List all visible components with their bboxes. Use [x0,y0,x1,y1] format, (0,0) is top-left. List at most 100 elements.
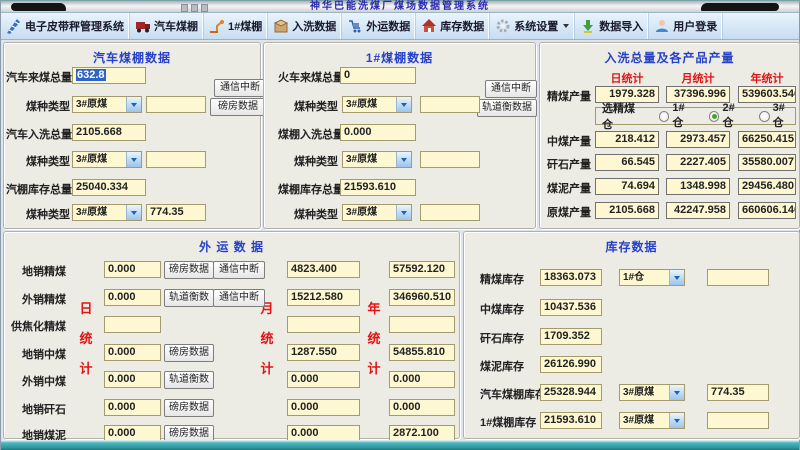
bunker-option-1[interactable]: 1#仓 [659,102,695,130]
truck-type-row-1: 煤种类型 3#原煤 [4,96,260,113]
coal-type-select[interactable]: 3#原煤 [619,384,685,401]
inventory-row-middlings: 中煤库存 10437.536 [464,299,799,316]
panel-inventory-data: 库存数据 精煤库存 18363.073 1#仓 中煤库存 10437.536 矸… [463,231,800,439]
bunker-label: 选精煤仓 [602,100,645,132]
year-field[interactable] [389,316,455,333]
toolbar-button-wash-data[interactable]: 入洗数据 [268,13,342,39]
day-field[interactable] [104,316,161,333]
comm-interrupt-button[interactable]: 通信中断 [214,79,266,97]
day-value-field[interactable]: 74.694 [595,178,659,195]
year-value-field[interactable]: 539603.546 [738,86,796,103]
month-field[interactable]: 1287.550 [287,344,360,361]
type-amount-field[interactable] [420,204,480,221]
chevron-down-icon [396,152,411,167]
panel-shed1-data: 1#煤棚数据 火车来煤总量 0 通信中断 轨道衡数据 煤种类型 3#原煤 煤棚入… [263,42,536,229]
toolbar-button-user-login[interactable]: 用户登录 [649,13,723,39]
toolbar-button-truck-shed[interactable]: 汽车煤棚 [130,13,204,39]
coal-type-select[interactable]: 3#原煤 [72,204,142,221]
type-amount-field[interactable] [420,96,480,113]
month-value-field[interactable]: 2227.405 [666,154,730,171]
year-field[interactable]: 0.000 [389,399,455,416]
row-label: 煤泥产量 [547,180,595,196]
month-stat-header: 月统计 [666,70,730,86]
day-value-field[interactable]: 66.545 [595,154,659,171]
coal-type-select[interactable]: 3#原煤 [619,412,685,429]
year-value-field[interactable]: 29456.480 [738,178,796,195]
shed-wash-total-field[interactable]: 0.000 [340,124,416,141]
year-field[interactable]: 0.000 [389,371,455,388]
coal-type-select[interactable]: 3#原煤 [342,151,412,168]
month-field[interactable]: 4823.400 [287,261,360,278]
bunker-select[interactable]: 1#仓 [619,269,685,286]
radio-icon [759,111,770,122]
month-value-field[interactable]: 2973.457 [666,131,730,148]
day-field[interactable]: 0.000 [104,261,161,278]
chevron-down-icon [669,385,684,400]
bunker-option-2[interactable]: 2#仓 [709,102,745,130]
year-value-field[interactable]: 35580.007 [738,154,796,171]
year-value-field[interactable]: 66250.415 [738,131,796,148]
toolbar-button-settings[interactable]: 系统设置 [490,13,575,39]
train-incoming-total-field[interactable]: 0 [340,67,416,84]
field-label: 煤种类型 [6,206,70,222]
extra-amount-field[interactable]: 774.35 [707,384,769,401]
truck-wash-total-field[interactable]: 2105.668 [72,124,146,141]
year-field[interactable]: 54855.810 [389,344,455,361]
type-amount-field[interactable] [146,96,206,113]
coal-type-select[interactable]: 3#原煤 [72,96,142,113]
month-field[interactable] [287,316,360,333]
outbound-row-coking-clean: 供焦化精煤 [4,316,459,333]
stock-value-field[interactable]: 25328.944 [540,384,602,401]
shed-stock-total-field[interactable]: 21593.610 [340,179,416,196]
stock-value-field[interactable]: 10437.536 [540,299,602,316]
field-label: 煤种类型 [278,98,338,114]
day-field[interactable]: 0.000 [104,289,161,306]
shed-stock-total-field[interactable]: 25040.334 [72,179,146,196]
bunker-option-3[interactable]: 3#仓 [759,102,795,130]
field-label: 煤种类型 [6,153,70,169]
type-amount-field[interactable] [420,151,480,168]
rail-weighbridge-data-button[interactable]: 轨道衡数 [164,371,214,389]
coal-type-select[interactable]: 3#原煤 [342,204,412,221]
stock-value-field[interactable]: 1709.352 [540,328,602,345]
year-field[interactable]: 57592.120 [389,261,455,278]
month-field[interactable]: 0.000 [287,399,360,416]
stock-value-field[interactable]: 21593.610 [540,412,602,429]
toolbar-button-outbound-data[interactable]: 外运数据 [342,13,416,39]
comm-interrupt-button[interactable]: 通信中断 [213,261,265,279]
toolbar-button-shed1[interactable]: 1#煤棚 [204,13,268,39]
year-field[interactable]: 346960.510 [389,289,455,306]
stock-value-field[interactable]: 18363.073 [540,269,602,286]
stock-value-field[interactable]: 26126.990 [540,356,602,373]
scale-house-data-button[interactable]: 磅房数据 [164,344,214,362]
toolbar-label: 用户登录 [673,18,717,34]
title-bar[interactable]: 神华巴能洗煤厂煤场数据管理系统 [1,0,799,13]
day-field[interactable]: 0.000 [104,344,161,361]
type-amount-field[interactable] [146,151,206,168]
extra-amount-field[interactable] [707,412,769,429]
day-field[interactable]: 0.000 [104,371,161,388]
coal-type-select[interactable]: 3#原煤 [72,151,142,168]
rail-weighbridge-data-button[interactable]: 轨道衡数 [164,289,214,307]
user-icon [654,18,670,34]
scale-house-data-button[interactable]: 磅房数据 [164,261,214,279]
month-field[interactable]: 15212.580 [287,289,360,306]
month-value-field[interactable]: 1348.998 [666,178,730,195]
toolbar-button-data-import[interactable]: 数据导入 [575,13,649,39]
day-value-field[interactable]: 2105.668 [595,202,659,219]
coal-type-select[interactable]: 3#原煤 [342,96,412,113]
month-value-field[interactable]: 42247.958 [666,202,730,219]
extra-amount-field[interactable] [707,269,769,286]
month-value-field[interactable]: 37396.996 [666,86,730,103]
toolbar-button-inventory-data[interactable]: 库存数据 [416,13,490,39]
day-field[interactable]: 0.000 [104,399,161,416]
type-amount-field[interactable]: 774.35 [146,204,206,221]
field-label: 煤种类型 [6,98,70,114]
year-value-field[interactable]: 660606.146 [738,202,796,219]
toolbar-button-belt-scale-system[interactable]: 电子皮带秤管理系统 [1,13,130,39]
month-field[interactable]: 0.000 [287,371,360,388]
day-value-field[interactable]: 218.412 [595,131,659,148]
scale-house-data-button[interactable]: 磅房数据 [164,399,214,417]
truck-incoming-total-field[interactable]: 632.8 [72,67,146,84]
comm-interrupt-button[interactable]: 通信中断 [213,289,265,307]
